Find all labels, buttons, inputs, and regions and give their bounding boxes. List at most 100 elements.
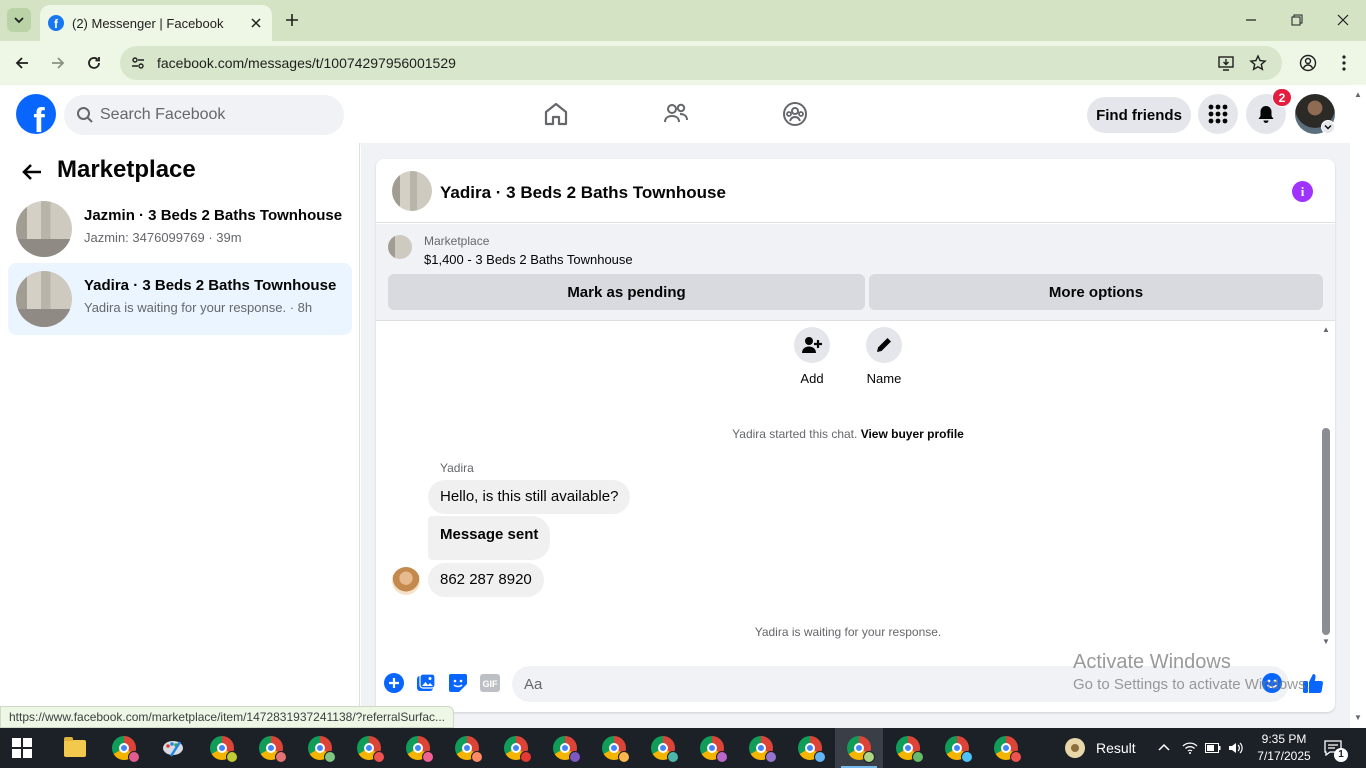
menu-apps-button[interactable]	[1198, 94, 1238, 134]
more-options-button[interactable]: More options	[869, 274, 1323, 310]
action-center-button[interactable]: 1	[1324, 728, 1348, 768]
wifi-icon[interactable]	[1182, 728, 1198, 768]
account-circle-icon	[1299, 54, 1317, 72]
conversation-preview: Yadira is waiting for your response. · 8…	[84, 300, 313, 315]
chrome-profile-icon[interactable]	[492, 728, 540, 768]
windows-taskbar: Result 9:35 PM 7/17/2025 1	[0, 728, 1366, 768]
message-bubble[interactable]: Message sent	[428, 516, 551, 560]
browser-tab[interactable]: f (2) Messenger | Facebook	[40, 5, 272, 41]
facebook-search-input[interactable]	[100, 95, 330, 135]
system-clock[interactable]: 9:35 PM 7/17/2025	[1252, 731, 1316, 765]
chrome-profile-icon[interactable]	[786, 728, 834, 768]
listing-mini-thumbnail	[388, 235, 412, 259]
svg-text:GIF: GIF	[483, 679, 499, 689]
chrome-profile-icon[interactable]	[737, 728, 785, 768]
bookmark-star-icon[interactable]	[1248, 53, 1268, 73]
chrome-profile-a-icon[interactable]	[100, 728, 148, 768]
chrome-profile-icon[interactable]	[541, 728, 589, 768]
restore-button[interactable]	[1284, 8, 1310, 32]
gif-icon[interactable]: GIF	[479, 672, 501, 694]
tab-search-button[interactable]	[7, 8, 31, 32]
paint-app-icon[interactable]	[149, 728, 197, 768]
chrome-profile-icon[interactable]	[982, 728, 1030, 768]
friends-nav-button[interactable]	[662, 100, 690, 128]
new-tab-button[interactable]	[282, 10, 302, 30]
windows-start-icon[interactable]	[12, 738, 32, 758]
page-scroll-up-icon[interactable]: ▲	[1353, 90, 1363, 100]
mark-as-pending-button[interactable]: Mark as pending	[388, 274, 865, 310]
chrome-profile-icon[interactable]	[198, 728, 246, 768]
message-bubble[interactable]: Hello, is this still available?	[428, 480, 631, 514]
chrome-profile-icon[interactable]	[345, 728, 393, 768]
view-buyer-profile-link[interactable]: View buyer profile	[861, 427, 964, 441]
browser-menu-button[interactable]	[1332, 51, 1356, 75]
weather-widget[interactable]: Result	[1064, 728, 1136, 768]
arrow-right-icon	[52, 57, 65, 69]
chrome-profile-icon[interactable]	[884, 728, 932, 768]
chrome-profile-icon[interactable]	[933, 728, 981, 768]
sender-avatar[interactable]	[392, 567, 420, 595]
address-bar[interactable]: facebook.com/messages/t/1007429795600152…	[120, 46, 1282, 80]
find-friends-button[interactable]: Find friends	[1087, 97, 1191, 133]
scroll-down-arrow-icon[interactable]: ▼	[1321, 637, 1331, 647]
more-actions-plus-icon[interactable]	[383, 672, 405, 694]
message-bubble[interactable]: 862 287 8920	[428, 563, 544, 597]
tab-close-button[interactable]	[246, 13, 266, 33]
marketplace-conversation-list: Marketplace Jazmin · 3 Beds 2 Baths Town…	[0, 143, 360, 728]
bell-icon	[1258, 106, 1274, 123]
name-label: Name	[866, 371, 902, 386]
chrome-active-window-icon[interactable]	[835, 728, 883, 768]
forward-button[interactable]	[46, 51, 70, 75]
chrome-profile-icon[interactable]	[590, 728, 638, 768]
name-chat-button[interactable]: Name	[854, 327, 914, 386]
facebook-search-box[interactable]	[64, 95, 344, 135]
chrome-profile-icon[interactable]	[394, 728, 442, 768]
listing-price-title[interactable]: $1,400 - 3 Beds 2 Baths Townhouse	[424, 252, 633, 267]
chat-window: Yadira · 3 Beds 2 Baths Townhouse i Mark…	[376, 159, 1335, 712]
chat-started-notice: Yadira started this chat. View buyer pro…	[376, 427, 1320, 441]
clock-time: 9:35 PM	[1261, 732, 1307, 746]
add-label: Add	[800, 371, 824, 386]
chat-title[interactable]: Yadira · 3 Beds 2 Baths Townhouse	[440, 183, 726, 203]
photo-attach-icon[interactable]	[415, 672, 437, 694]
chrome-profile-icon[interactable]	[688, 728, 736, 768]
close-window-button[interactable]	[1330, 8, 1356, 32]
conversation-item-jazmin[interactable]: Jazmin · 3 Beds 2 Baths Townhouse Jazmin…	[8, 193, 352, 265]
chat-scroll-thumb[interactable]	[1322, 428, 1330, 635]
chat-listing-thumbnail[interactable]	[392, 171, 432, 211]
chrome-profile-icon[interactable]	[443, 728, 491, 768]
profile-button[interactable]	[1296, 51, 1320, 75]
show-hidden-icons-button[interactable]	[1157, 728, 1171, 768]
page-scroll-down-icon[interactable]: ▼	[1353, 713, 1363, 723]
conversation-item-yadira[interactable]: Yadira · 3 Beds 2 Baths Townhouse Yadira…	[8, 263, 352, 335]
back-to-chats-button[interactable]	[18, 158, 46, 186]
sender-name: Yadira	[440, 461, 474, 475]
page-scrollbar[interactable]: ▲ ▼	[1350, 86, 1366, 728]
install-app-icon[interactable]	[1216, 53, 1236, 73]
chat-header: Yadira · 3 Beds 2 Baths Townhouse i	[376, 159, 1335, 223]
volume-icon[interactable]	[1228, 728, 1244, 768]
add-people-button[interactable]: Add	[782, 327, 842, 386]
facebook-logo-icon[interactable]: f	[16, 94, 56, 134]
account-chevron-icon[interactable]	[1321, 120, 1335, 134]
groups-nav-button[interactable]	[781, 100, 809, 128]
info-icon[interactable]: i	[1292, 181, 1313, 202]
scroll-up-arrow-icon[interactable]: ▲	[1321, 325, 1331, 335]
site-info-icon[interactable]	[128, 53, 148, 73]
back-button[interactable]	[10, 51, 34, 75]
chrome-profile-icon[interactable]	[247, 728, 295, 768]
reload-button[interactable]	[82, 51, 106, 75]
home-nav-button[interactable]	[542, 100, 570, 128]
windows-activation-watermark: Activate Windows Go to Settings to activ…	[1073, 651, 1310, 693]
chrome-profile-icon[interactable]	[639, 728, 687, 768]
plus-icon	[286, 14, 298, 26]
minimize-button[interactable]	[1238, 8, 1264, 32]
link-status-bar: https://www.facebook.com/marketplace/ite…	[0, 706, 455, 728]
url-text[interactable]: facebook.com/messages/t/1007429795600152…	[157, 55, 456, 71]
battery-icon[interactable]	[1205, 728, 1221, 768]
grid-menu-icon	[1208, 104, 1228, 124]
chevron-up-icon	[1158, 743, 1170, 751]
sticker-icon[interactable]	[447, 672, 469, 694]
chrome-profile-icon[interactable]	[296, 728, 344, 768]
file-explorer-icon[interactable]	[51, 728, 99, 768]
